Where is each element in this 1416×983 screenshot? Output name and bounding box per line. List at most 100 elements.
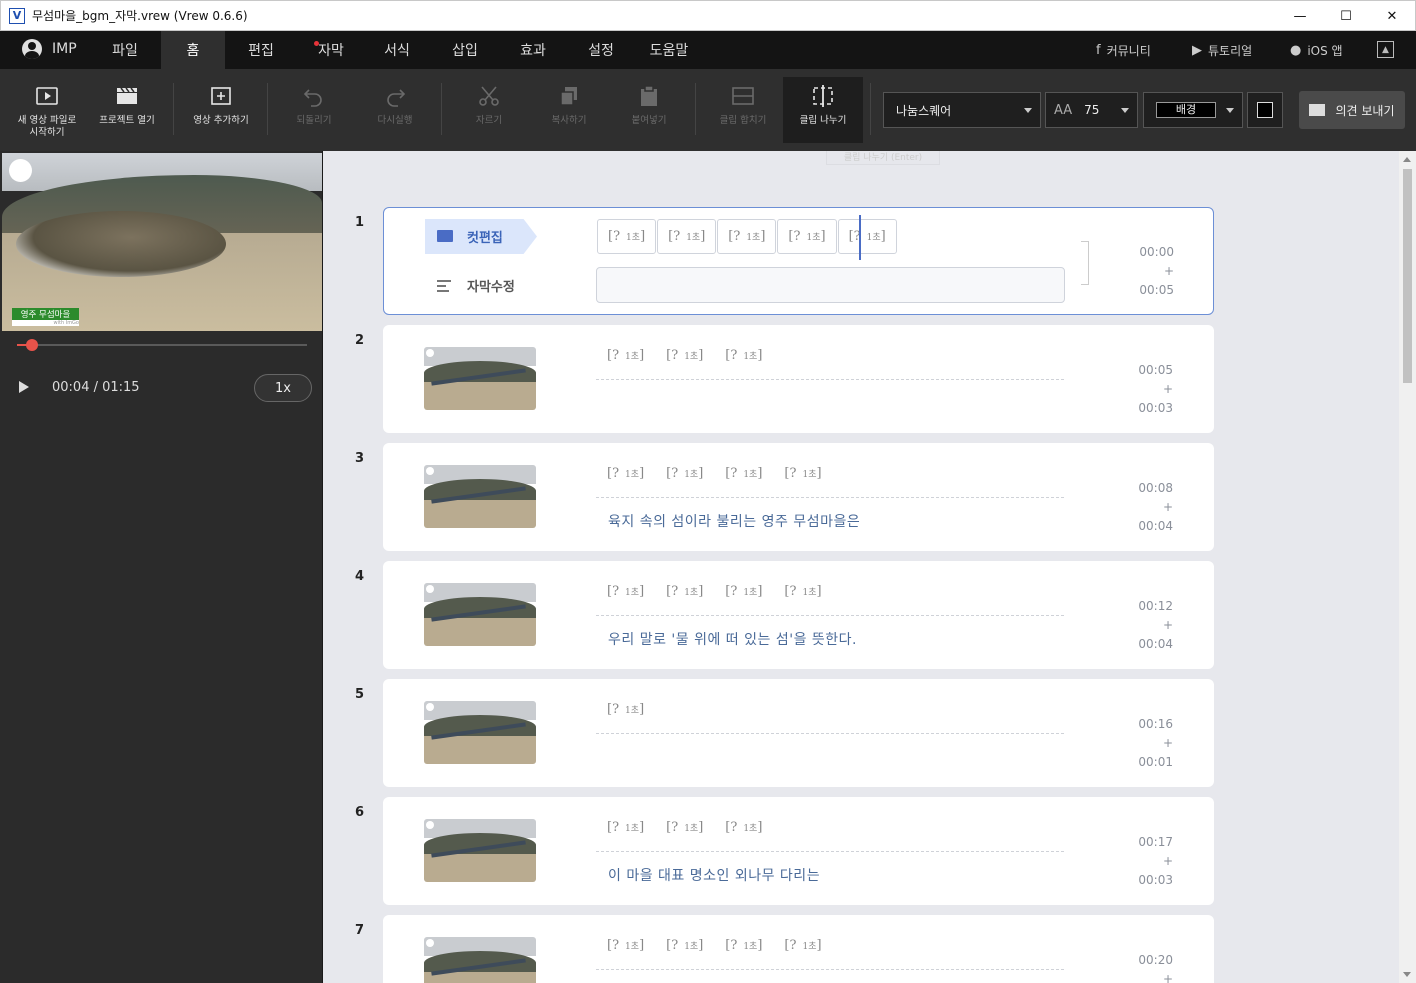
subtitle-text[interactable]: 우리 말로 '물 위에 떠 있는 섬'을 뜻한다. <box>608 629 857 649</box>
menu-effects[interactable]: 효과 <box>501 31 565 69</box>
word-token[interactable]: [? 1초] <box>597 219 657 254</box>
word-tokens: [? 1초] [? 1초] [? 1초] [? 1초] <box>596 933 833 957</box>
maximize-button[interactable]: ☐ <box>1323 1 1369 31</box>
subtitle-text[interactable]: 육지 속의 섬이라 불리는 영주 무섬마을은 <box>608 511 860 531</box>
scroll-down-icon[interactable] <box>1403 972 1411 977</box>
feedback-button[interactable]: 의견 보내기 <box>1299 91 1405 129</box>
open-project-button[interactable]: 프로젝트 열기 <box>92 77 162 143</box>
add-video-button[interactable]: 영상 추가하기 <box>186 77 256 143</box>
split-clip-button[interactable]: 클립 나누기 <box>783 77 863 143</box>
clip-thumbnail[interactable] <box>424 937 536 983</box>
word-token[interactable]: [? 1초] <box>655 579 714 603</box>
scroll-up-icon[interactable] <box>1403 157 1411 162</box>
word-token[interactable]: [? 1초] <box>714 461 773 485</box>
text-color-picker[interactable] <box>1247 92 1283 128</box>
word-token[interactable]: [? 1초] <box>596 933 655 957</box>
font-select[interactable]: 나눔스퀘어 <box>883 92 1041 128</box>
undo-button[interactable]: 되돌리기 <box>282 77 346 143</box>
seek-bar[interactable] <box>17 339 307 351</box>
word-token[interactable]: [? 1초] <box>837 219 897 254</box>
menu-subtitle[interactable]: 자막 <box>299 31 363 69</box>
clip-card[interactable]: [? 1초] [? 1초] [? 1초] 00:05 + 00:03 <box>383 325 1214 433</box>
word-token[interactable]: [? 1초] <box>596 815 655 839</box>
clip-thumbnail[interactable] <box>424 701 536 764</box>
play-icon[interactable] <box>19 381 29 393</box>
menu-format[interactable]: 서식 <box>365 31 429 69</box>
ios-app-link[interactable]: ● iOS 앱 <box>1290 31 1343 69</box>
menu-insert[interactable]: 삽입 <box>433 31 497 69</box>
merge-clip-button[interactable]: 클립 합치기 <box>709 77 777 143</box>
subtitle-input[interactable] <box>596 267 1065 303</box>
subtitle-divider <box>596 497 1064 498</box>
menu-edit[interactable]: 편집 <box>229 31 293 69</box>
word-token[interactable]: [? 1초] <box>657 219 717 254</box>
clip-start-time: 00:05 <box>1138 363 1173 377</box>
split-cursor <box>859 215 861 260</box>
subtitle-edit-label: 자막수정 <box>467 280 515 295</box>
font-size-select[interactable]: AA 75 <box>1045 92 1138 128</box>
menu-home[interactable]: 홈 <box>161 31 225 69</box>
word-token[interactable]: [? 1초] <box>714 933 773 957</box>
word-token[interactable]: [? 1초] <box>714 579 773 603</box>
copy-button[interactable]: 복사하기 <box>537 77 601 143</box>
clip-thumbnail[interactable] <box>424 465 536 528</box>
community-link[interactable]: f 커뮤니티 <box>1096 31 1151 69</box>
subtitle-divider <box>596 969 1064 970</box>
word-token[interactable]: [? 1초] <box>655 933 714 957</box>
cut-button[interactable]: 자르기 <box>457 77 521 143</box>
clip-card[interactable]: 이 마을 대표 명소인 외나무 다리는 [? 1초] [? 1초] [? 1초] 00:17 +… <box>383 797 1214 905</box>
subtitle-text[interactable]: 이 마을 대표 명소인 외나무 다리는 <box>608 865 820 885</box>
word-token[interactable]: [? 1초] <box>777 219 837 254</box>
word-token[interactable]: [? 1초] <box>714 815 773 839</box>
seek-handle[interactable] <box>26 339 38 351</box>
word-token[interactable]: [? 1초] <box>773 579 832 603</box>
clip-card[interactable]: [?1초][?1초][?1초][?1초]00:20+ 00:04 <box>383 915 1214 983</box>
minimize-button[interactable]: — <box>1277 1 1323 31</box>
redo-icon <box>384 77 406 115</box>
cut-edit-tab[interactable]: 컷편집 <box>425 219 537 254</box>
menu-settings[interactable]: 설정 <box>569 31 633 69</box>
clip-thumbnail[interactable] <box>424 819 536 882</box>
paste-label: 붙여넣기 <box>631 115 667 126</box>
word-token[interactable]: [? 1초] <box>655 815 714 839</box>
user-menu[interactable]: IMP <box>22 39 77 59</box>
word-token[interactable]: [? 1초] <box>596 461 655 485</box>
word-token[interactable]: [? 1초] <box>655 461 714 485</box>
new-video-button[interactable]: 새 영상 파일로 시작하기 <box>8 77 86 143</box>
clip-start-time: 00:12 <box>1138 599 1173 613</box>
subtitle-edit-tab[interactable]: 자막수정 <box>425 268 537 303</box>
clip-start-time: 00:00 <box>1139 245 1174 259</box>
scroll-thumb[interactable] <box>1403 169 1412 383</box>
font-size-icon: AA <box>1054 102 1073 118</box>
collapse-toolbar-icon[interactable]: ▲ <box>1377 41 1394 58</box>
background-select[interactable]: 배경 <box>1143 92 1243 128</box>
video-preview[interactable]: 영주 무섬마을 with ImGo <box>2 153 322 331</box>
menu-help[interactable]: 도움말 <box>637 31 701 69</box>
tutorial-link[interactable]: ▶ 튜토리얼 <box>1192 31 1252 69</box>
word-token[interactable]: [? 1초] <box>596 343 655 367</box>
clip-thumbnail[interactable] <box>424 347 536 410</box>
menu-file[interactable]: 파일 <box>92 31 158 69</box>
word-token[interactable]: [? 1초] <box>596 697 655 721</box>
word-token[interactable]: [? 1초] <box>596 579 655 603</box>
scrollbar[interactable] <box>1399 151 1416 983</box>
close-button[interactable]: ✕ <box>1369 1 1415 31</box>
word-token[interactable]: [? 1초] <box>717 219 777 254</box>
clip-card[interactable]: 육지 속의 섬이라 불리는 영주 무섬마을은 [? 1초] [? 1초] [? 1초] [? 1… <box>383 443 1214 551</box>
redo-button[interactable]: 다시실행 <box>363 77 427 143</box>
word-token[interactable]: [? 1초] <box>714 343 773 367</box>
clip-card[interactable]: [? 1초] 00:16 + 00:01 <box>383 679 1214 787</box>
clip-times: 00:05 + 00:03 <box>1125 361 1173 418</box>
word-token[interactable]: [? 1초] <box>773 461 832 485</box>
playback-speed-button[interactable]: 1x <box>254 374 312 402</box>
paste-button[interactable]: 붙여넣기 <box>617 77 681 143</box>
word-token[interactable]: [? 1초] <box>655 343 714 367</box>
word-token[interactable]: [? 1초] <box>773 933 832 957</box>
clip-card[interactable]: 컷편집 자막수정 [? 1초] [? 1초] [? 1초] [? 1초] [? 1초] 00:00 + 0… <box>383 207 1214 315</box>
clip-thumbnail[interactable] <box>424 583 536 646</box>
clip-times: 00:08 + 00:04 <box>1125 479 1173 536</box>
clip-number: 1 <box>355 215 365 230</box>
clip-card[interactable]: 우리 말로 '물 위에 떠 있는 섬'을 뜻한다. [? 1초] [? 1초] [? 1초]… <box>383 561 1214 669</box>
split-clip-label: 클립 나누기 <box>799 115 847 126</box>
merge-clip-icon <box>731 77 755 115</box>
